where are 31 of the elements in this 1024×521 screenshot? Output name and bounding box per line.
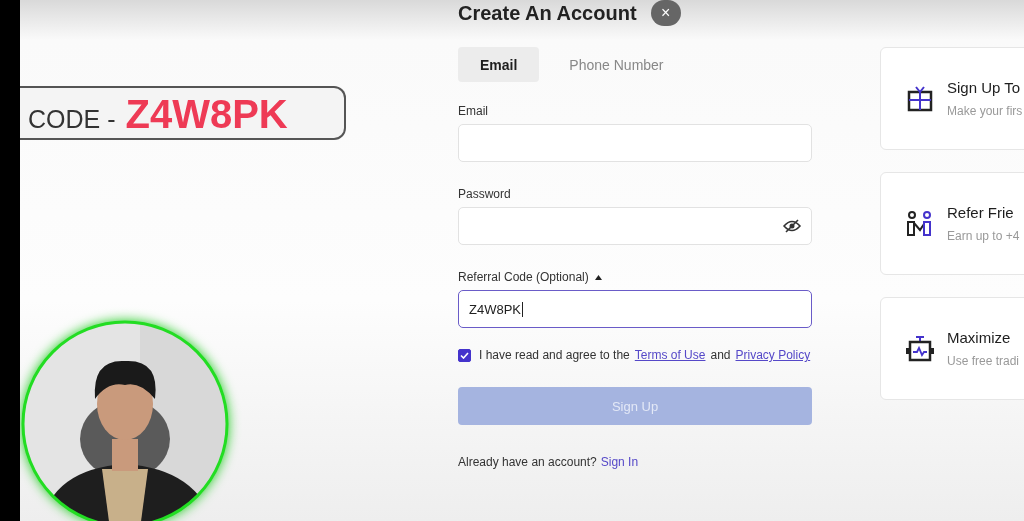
input-field[interactable] bbox=[458, 124, 812, 162]
caret-up-icon[interactable] bbox=[594, 274, 602, 280]
card-title: Refer Frie bbox=[947, 204, 1015, 221]
input-field[interactable] bbox=[458, 207, 812, 245]
tab[interactable]: Email bbox=[458, 47, 540, 82]
field-label: Email bbox=[458, 104, 488, 118]
agreement-text: I have read and agree to the bbox=[479, 348, 630, 362]
agree-checkbox[interactable] bbox=[458, 348, 471, 362]
sign-in-link[interactable]: Sign In bbox=[600, 455, 639, 469]
promo-card[interactable]: Refer Frie Earn up to +4 bbox=[880, 172, 1024, 275]
dialog-title: Create An Account bbox=[458, 1, 637, 25]
promo-card[interactable]: Sign Up To Make your firs bbox=[880, 47, 1024, 150]
card-title: Maximize bbox=[947, 329, 1012, 346]
card-subtitle: Make your firs bbox=[947, 104, 1023, 118]
card-subtitle: Use free tradi bbox=[947, 354, 1020, 368]
promo-card[interactable]: Maximize Use free tradi bbox=[880, 297, 1024, 400]
robot-icon bbox=[905, 333, 935, 364]
privacy-link[interactable]: Privacy Policy bbox=[735, 348, 811, 362]
field-label: Password bbox=[458, 187, 511, 201]
input-field[interactable]: Z4W8PK bbox=[458, 290, 812, 328]
signin-prompt: Already have an account? bbox=[458, 455, 597, 469]
card-title: Sign Up To bbox=[947, 79, 1022, 96]
close-button[interactable]: × bbox=[650, 0, 681, 26]
tab[interactable]: Phone Number bbox=[547, 47, 686, 82]
terms-link[interactable]: Terms of Use bbox=[634, 348, 706, 362]
field-label: Referral Code (Optional) bbox=[458, 270, 589, 284]
promo-code: Z4W8PK bbox=[125, 94, 288, 134]
agreement-joiner: and bbox=[710, 348, 731, 362]
eye-off-icon[interactable] bbox=[783, 219, 801, 233]
card-subtitle: Earn up to +4 bbox=[947, 229, 1020, 243]
code-label: CODE - bbox=[28, 107, 116, 134]
